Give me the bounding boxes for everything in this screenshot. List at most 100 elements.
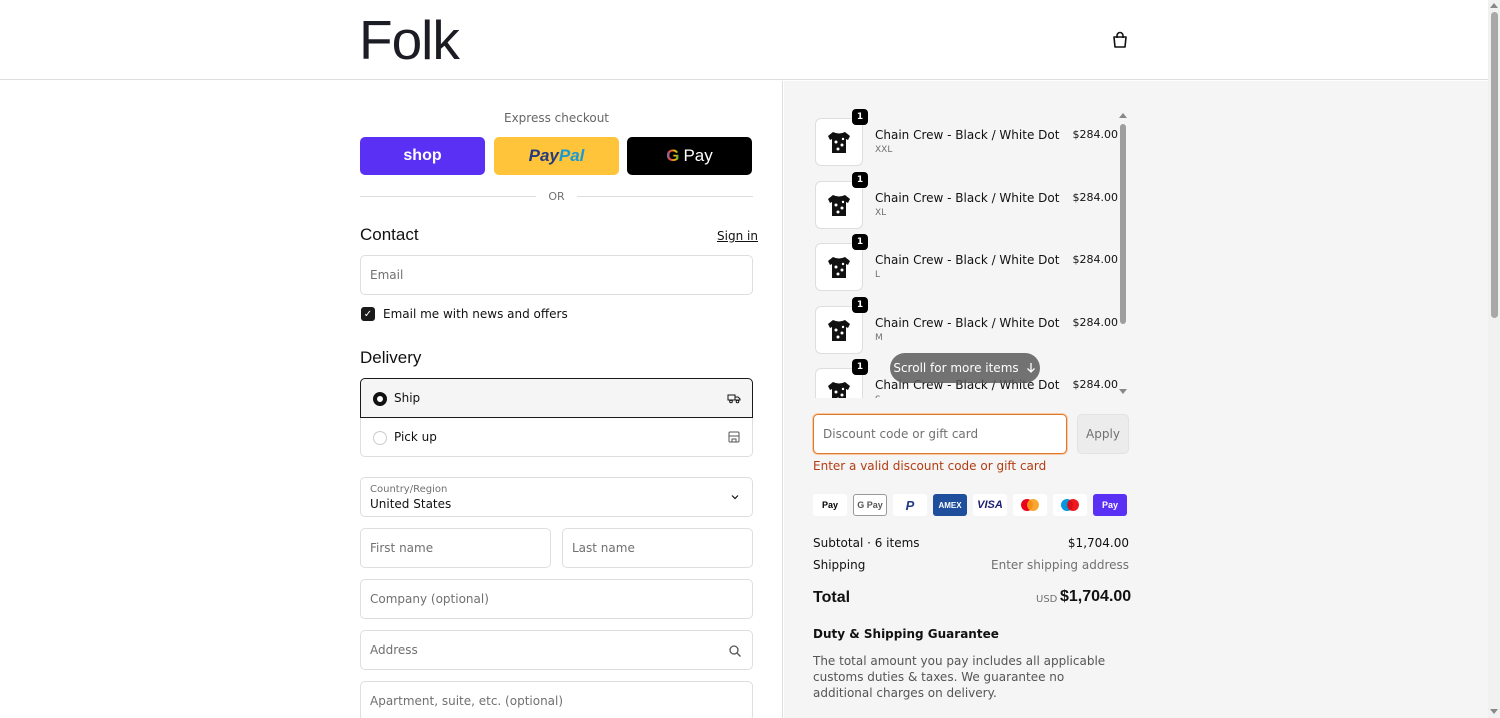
apartment-placeholder: Apartment, suite, etc. (optional) — [370, 694, 564, 708]
item-price: $284.00 — [1072, 378, 1119, 391]
subtotal-value: $1,704.00 — [1067, 536, 1129, 550]
shop-pay-text: Pay — [1101, 500, 1118, 510]
item-price: $284.00 — [1072, 253, 1119, 266]
delivery-title: Delivery — [360, 348, 422, 367]
total-currency: USD — [1036, 594, 1058, 605]
sweater-image-icon — [828, 320, 850, 341]
item-name: Chain Crew - Black / White Dot — [875, 128, 1060, 142]
google-g-icon: G — [666, 146, 680, 165]
apply-discount-button[interactable]: Apply — [1077, 414, 1129, 454]
pickup-radio[interactable] — [373, 431, 387, 445]
scroll-down-arrow-icon[interactable] — [1490, 709, 1498, 714]
quantity-badge: 1 — [852, 172, 868, 188]
product-thumbnail — [815, 181, 863, 229]
express-checkout-label: Express checkout — [503, 111, 610, 125]
shop-pay-label: shop — [403, 147, 442, 164]
scroll-up-arrow-icon[interactable] — [1490, 3, 1498, 8]
paypal-icon: P — [893, 494, 927, 516]
last-name-field[interactable]: Last name — [562, 528, 753, 568]
product-thumbnail — [815, 306, 863, 354]
list-scroll-down-icon[interactable] — [1119, 389, 1127, 394]
payment-methods-row: Pay G Pay P AMEX VISA Pay — [813, 494, 1127, 516]
cart-list-scrollbar[interactable] — [1120, 124, 1126, 324]
item-variant: XL — [875, 208, 887, 218]
amex-icon: AMEX — [933, 494, 967, 516]
guarantee-title: Duty & Shipping Guarantee — [813, 627, 999, 641]
total-value: $1,704.00 — [1060, 588, 1132, 605]
item-price: $284.00 — [1072, 128, 1119, 141]
apple-pay-text: Pay — [821, 500, 838, 510]
paypal-label-part1: Pay — [528, 146, 559, 165]
or-text: OR — [548, 190, 565, 203]
cart-item: 1 Chain Crew - Black / White Dot L $284.… — [813, 234, 1123, 297]
company-placeholder: Company (optional) — [370, 592, 489, 606]
sign-in-link[interactable]: Sign in — [717, 229, 758, 243]
quantity-badge: 1 — [852, 359, 868, 375]
product-thumbnail — [815, 243, 863, 291]
last-name-placeholder: Last name — [572, 541, 635, 555]
google-pay-button[interactable]: G Pay — [627, 137, 752, 175]
company-field[interactable]: Company (optional) — [360, 579, 753, 619]
shopping-bag-icon[interactable] — [1110, 30, 1130, 50]
sweater-image-icon — [828, 382, 850, 398]
google-pay-icon: G Pay — [853, 494, 887, 516]
shipping-value: Enter shipping address — [991, 558, 1129, 572]
total-label: Total — [813, 589, 851, 606]
mastercard-icon — [1013, 494, 1047, 516]
google-pay-text: G Pay — [857, 500, 883, 510]
address-placeholder: Address — [370, 643, 418, 657]
apple-pay-icon: Pay — [813, 494, 847, 516]
sweater-image-icon — [828, 195, 850, 216]
paypal-label-part2: Pal — [558, 146, 585, 165]
item-price: $284.00 — [1072, 191, 1119, 204]
paypal-button[interactable]: Pay Pal — [494, 137, 619, 175]
list-scroll-up-icon[interactable] — [1119, 113, 1127, 118]
item-name: Chain Crew - Black / White Dot — [875, 316, 1060, 330]
pickup-label: Pick up — [394, 430, 437, 444]
paypal-text: P — [905, 497, 915, 513]
or-divider: OR — [360, 190, 753, 204]
visa-icon: VISA — [973, 494, 1007, 516]
scroll-hint-label: Scroll for more items — [893, 361, 1019, 375]
item-name: Chain Crew - Black / White Dot — [875, 253, 1060, 267]
product-thumbnail — [815, 118, 863, 166]
discount-code-input[interactable]: Discount code or gift card — [813, 414, 1067, 454]
item-price: $284.00 — [1072, 316, 1119, 329]
item-variant: XXL — [875, 145, 893, 155]
item-name: Chain Crew - Black / White Dot — [875, 191, 1060, 205]
shipping-label: Shipping — [813, 558, 866, 572]
store-icon — [728, 431, 740, 443]
delivery-option-ship[interactable]: Ship — [360, 378, 753, 418]
country-value: United States — [370, 497, 452, 511]
first-name-field[interactable]: First name — [360, 528, 551, 568]
address-field[interactable]: Address — [360, 630, 753, 670]
apartment-field[interactable]: Apartment, suite, etc. (optional) — [360, 681, 753, 718]
email-placeholder: Email — [370, 268, 404, 282]
item-variant: M — [875, 333, 883, 343]
ship-radio[interactable] — [373, 392, 387, 406]
item-variant: S — [875, 395, 881, 398]
truck-icon — [727, 394, 741, 404]
quantity-badge: 1 — [852, 297, 868, 313]
google-pay-label: Pay — [683, 146, 713, 165]
arrow-down-icon — [1026, 363, 1035, 373]
email-field[interactable]: Email — [360, 255, 753, 295]
contact-title: Contact — [360, 225, 419, 244]
visa-text: VISA — [977, 499, 1003, 511]
brand-logo[interactable]: Folk — [359, 8, 460, 72]
first-name-placeholder: First name — [370, 541, 434, 555]
item-variant: L — [875, 270, 881, 280]
country-label: Country/Region — [370, 484, 448, 495]
country-select[interactable]: Country/Region United States — [360, 477, 753, 517]
page-scrollbar-thumb[interactable] — [1491, 12, 1498, 318]
scroll-for-more-button[interactable]: Scroll for more items — [890, 353, 1040, 383]
chevron-down-icon — [731, 495, 739, 500]
sweater-image-icon — [828, 257, 850, 278]
amex-text: AMEX — [938, 500, 962, 510]
newsletter-checkbox[interactable]: ✓ — [361, 307, 375, 321]
site-header: Folk — [0, 0, 1488, 80]
shop-pay-icon: Pay — [1093, 494, 1127, 516]
discount-error-message: Enter a valid discount code or gift card — [813, 459, 1047, 473]
shop-pay-button[interactable]: shop — [360, 137, 485, 175]
delivery-option-pickup[interactable]: Pick up — [360, 418, 753, 457]
